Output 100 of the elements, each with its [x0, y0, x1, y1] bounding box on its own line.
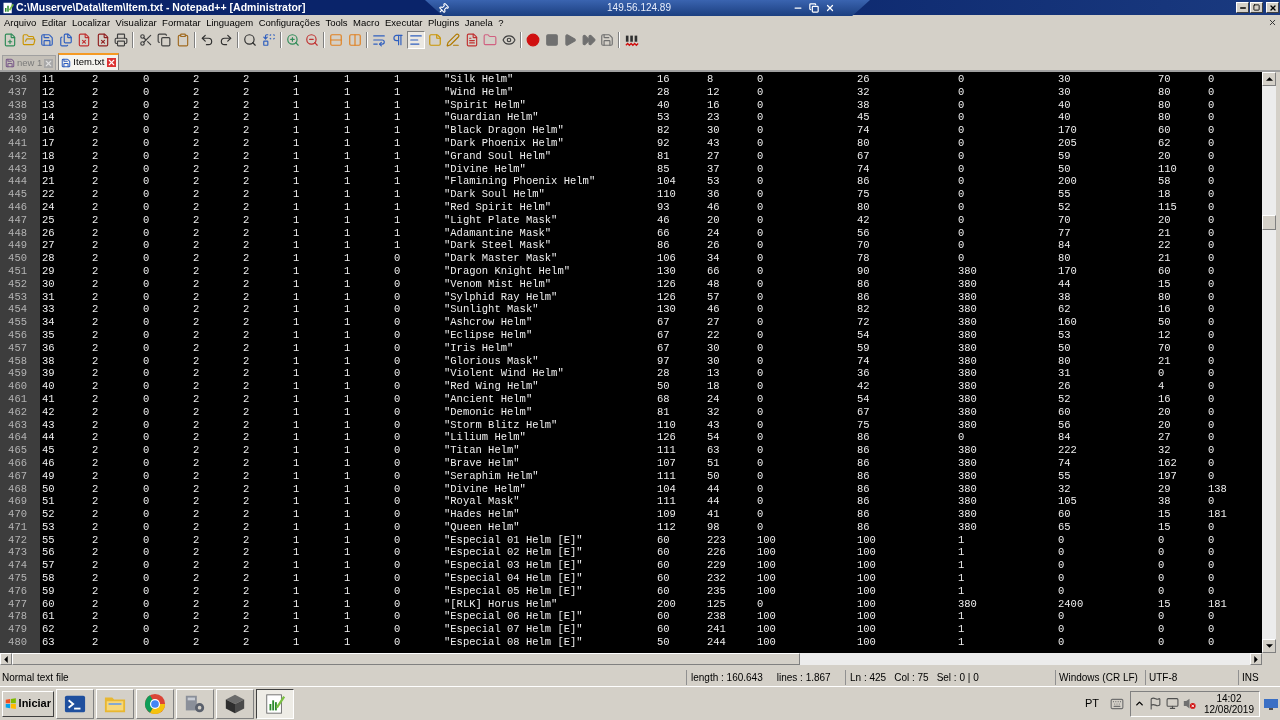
menu-item[interactable]: ?: [498, 16, 504, 29]
menu-item[interactable]: Visualizar: [115, 16, 157, 29]
field-value: 67: [857, 149, 870, 163]
language-indicator[interactable]: PT: [1084, 695, 1099, 712]
field-value: 30: [1058, 73, 1071, 86]
field-value: 50: [42, 482, 55, 496]
taskbar-button[interactable]: [256, 688, 294, 719]
field-value: 0: [143, 559, 150, 573]
field-value: 46: [657, 213, 670, 227]
menu-item[interactable]: Linguagem: [206, 16, 254, 29]
chevron-up-icon[interactable]: [1134, 698, 1145, 709]
monitor-icon[interactable]: [1166, 697, 1179, 710]
field-value: 31: [42, 290, 55, 304]
field-value: 1: [344, 533, 351, 547]
field-value: 1: [293, 636, 300, 649]
field-value: 0: [757, 444, 764, 457]
document-tab[interactable]: Item.txt: [58, 53, 119, 70]
line-number: 469: [8, 495, 27, 509]
menu-item[interactable]: Janela: [464, 16, 493, 29]
item-name: "Ancient Helm": [444, 392, 533, 406]
field-value: 50: [1058, 341, 1071, 355]
field-value: 2: [193, 520, 200, 534]
field-value: 110: [1158, 162, 1177, 176]
field-value: 1: [394, 85, 401, 99]
field-value: 30: [707, 354, 720, 368]
line-number: 442: [8, 149, 27, 163]
field-value: 0: [394, 597, 401, 611]
field-value: 68: [657, 392, 670, 406]
menu-item[interactable]: Plugins: [428, 16, 460, 29]
scrollbar-thumb[interactable]: [12, 653, 800, 665]
screen-icon[interactable]: [1264, 696, 1278, 711]
menu-item[interactable]: Arquivo: [4, 16, 37, 29]
menu-item[interactable]: Formatar: [162, 16, 201, 29]
toolbar-button[interactable]: [112, 31, 130, 49]
toolbar-button[interactable]: [524, 31, 542, 49]
menu-item[interactable]: Editar: [41, 16, 67, 29]
field-value: 0: [757, 431, 764, 445]
field-value: 0: [1208, 572, 1215, 585]
left-arrow-icon[interactable]: [4, 655, 8, 663]
flag-icon[interactable]: [1149, 697, 1162, 710]
close-button[interactable]: [1266, 2, 1279, 13]
field-value: 15: [1158, 508, 1171, 521]
field-value: 162: [1158, 456, 1177, 470]
field-value: 0: [1208, 380, 1215, 393]
line-number: 457: [8, 341, 27, 355]
field-value: 0: [757, 124, 764, 137]
scrollbar-thumb[interactable]: [1262, 215, 1276, 230]
field-value: 67: [657, 328, 670, 342]
field-value: 0: [394, 520, 401, 534]
field-value: 44: [707, 495, 720, 509]
field-value: 2: [243, 444, 250, 457]
line-number: 451: [8, 264, 27, 278]
field-value: 2: [243, 623, 250, 637]
field-value: 2: [92, 610, 99, 624]
menu-item[interactable]: Macro: [353, 16, 380, 29]
field-value: 1: [293, 98, 300, 112]
menu-item[interactable]: Configurações: [258, 16, 320, 29]
field-value: 86: [857, 175, 870, 189]
field-value: 110: [657, 418, 676, 432]
restore-icon[interactable]: [809, 3, 819, 13]
field-value: 2: [243, 303, 250, 317]
field-value: 8: [707, 73, 714, 86]
field-value: 106: [657, 252, 676, 265]
item-name: "Grand Soul Helm": [444, 149, 552, 163]
toolbar-button[interactable]: [155, 31, 173, 49]
field-value: 2: [243, 341, 250, 355]
toolbar-button[interactable]: [407, 31, 425, 49]
field-value: 0: [143, 444, 150, 457]
keyboard-icon[interactable]: [1110, 696, 1124, 711]
up-arrow-icon[interactable]: [1265, 77, 1273, 81]
field-value: 2: [243, 610, 250, 624]
field-value: 93: [657, 200, 670, 214]
field-value: 0: [1208, 239, 1215, 253]
start-button[interactable]: Iniciar: [2, 690, 54, 717]
field-value: 16: [42, 124, 55, 137]
field-value: 125: [707, 597, 726, 611]
close-icon[interactable]: [825, 3, 835, 13]
field-value: 4: [1158, 380, 1165, 393]
menu-item[interactable]: Executar: [385, 16, 423, 29]
field-value: 0: [757, 316, 764, 329]
maximize-button[interactable]: [1250, 2, 1263, 13]
field-value: 2: [92, 520, 99, 534]
field-value: 0: [757, 341, 764, 355]
menu-item[interactable]: Tools: [325, 16, 348, 29]
field-value: 2: [193, 469, 200, 483]
menu-item[interactable]: Localizar: [72, 16, 111, 29]
field-value: 2: [92, 137, 99, 150]
field-value: 60: [657, 559, 670, 573]
field-value: 46: [707, 303, 720, 317]
close-icon[interactable]: [106, 58, 116, 67]
line-number: 474: [8, 559, 27, 573]
down-arrow-icon[interactable]: [1265, 644, 1273, 648]
speaker-muted-icon[interactable]: [1183, 697, 1196, 710]
toolbar-button[interactable]: [38, 31, 56, 49]
minimize-button[interactable]: [1236, 2, 1249, 13]
right-arrow-icon[interactable]: [1254, 655, 1258, 663]
field-value: 2: [193, 597, 200, 611]
field-value: 100: [757, 623, 776, 637]
toolbar-button[interactable]: [241, 31, 259, 49]
field-value: 2: [243, 418, 250, 432]
